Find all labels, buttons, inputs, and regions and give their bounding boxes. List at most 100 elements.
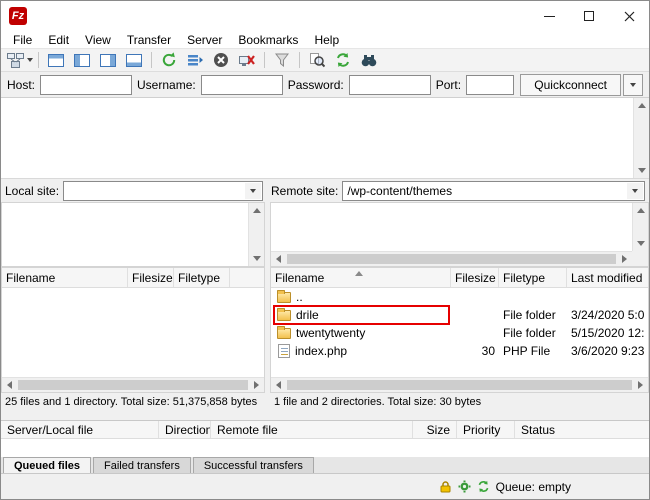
queue-column-priority[interactable]: Priority	[457, 421, 515, 438]
find-files-button[interactable]	[357, 49, 381, 71]
scrollbar-thumb[interactable]	[287, 380, 632, 390]
refresh-button[interactable]	[157, 49, 181, 71]
toolbar-separator	[299, 52, 300, 68]
queue-column-remote-file[interactable]: Remote file	[211, 421, 413, 438]
scroll-right-button[interactable]	[617, 252, 632, 266]
remote-directory-tree[interactable]	[270, 202, 649, 267]
file-row-parent-dir[interactable]: ..	[271, 288, 648, 306]
site-manager-button[interactable]	[7, 49, 33, 71]
scrollbar-corner	[632, 251, 648, 266]
host-input[interactable]	[40, 75, 132, 95]
local-column-filename[interactable]: Filename	[2, 268, 128, 287]
folder-icon	[277, 310, 291, 321]
scroll-right-button[interactable]	[633, 378, 648, 392]
disconnect-button[interactable]	[235, 49, 259, 71]
toggle-transfer-queue-button[interactable]	[122, 49, 146, 71]
remote-site-value: /wp-content/themes	[347, 184, 452, 198]
cancel-operation-button[interactable]	[209, 49, 233, 71]
close-button[interactable]	[609, 1, 649, 31]
remote-list-hscrollbar[interactable]	[271, 377, 648, 392]
find-files-icon	[361, 53, 377, 67]
remote-file-list[interactable]: .. drile File folder 3/24/2020 5:0 twent…	[271, 288, 648, 377]
maximize-button[interactable]	[569, 1, 609, 31]
process-queue-button[interactable]	[183, 49, 207, 71]
menu-bookmarks[interactable]: Bookmarks	[230, 31, 306, 48]
file-row-index-php[interactable]: index.php 30 PHP File 3/6/2020 9:23	[271, 342, 648, 360]
down-arrow-icon	[253, 256, 261, 261]
local-site-combo[interactable]	[63, 181, 263, 201]
close-icon	[624, 11, 635, 22]
toggle-remote-tree-button[interactable]	[96, 49, 120, 71]
file-type: File folder	[499, 326, 567, 340]
remote-tree-hscrollbar[interactable]	[271, 251, 632, 266]
remote-site-combo[interactable]: /wp-content/themes	[342, 181, 645, 201]
scrollbar-thumb[interactable]	[287, 254, 616, 264]
quickconnect-dropdown-button[interactable]	[623, 74, 643, 96]
menu-transfer[interactable]: Transfer	[119, 31, 179, 48]
scroll-up-button[interactable]	[634, 98, 649, 113]
sync-activity-icon[interactable]	[477, 480, 490, 493]
scroll-down-button[interactable]	[634, 163, 649, 178]
tab-queued-files[interactable]: Queued files	[3, 457, 91, 474]
file-name: ..	[296, 290, 303, 304]
file-list-area: Filename Filesize Filetype Filename File…	[1, 267, 649, 393]
local-list-hscrollbar[interactable]	[2, 377, 264, 392]
menu-view[interactable]: View	[77, 31, 119, 48]
queue-column-status[interactable]: Status	[515, 421, 649, 438]
scroll-left-button[interactable]	[2, 378, 17, 392]
directory-comparison-button[interactable]	[305, 49, 329, 71]
local-column-filetype[interactable]: Filetype	[174, 268, 230, 287]
remote-column-filesize[interactable]: Filesize	[451, 268, 499, 287]
scroll-left-button[interactable]	[271, 252, 286, 266]
file-row-twentytwenty[interactable]: twentytwenty File folder 5/15/2020 12:	[271, 324, 648, 342]
filter-button[interactable]	[270, 49, 294, 71]
port-input[interactable]	[466, 75, 514, 95]
queue-column-direction[interactable]: Direction	[159, 421, 211, 438]
remote-site-bar: Remote site: /wp-content/themes	[267, 181, 649, 201]
scrollbar-thumb[interactable]	[18, 380, 248, 390]
gear-icon[interactable]	[458, 480, 471, 493]
remote-list-header: Filename Filesize Filetype Last modified	[271, 268, 648, 288]
menu-server[interactable]: Server	[179, 31, 230, 48]
minimize-button[interactable]	[529, 1, 569, 31]
local-file-list[interactable]	[2, 288, 264, 377]
toggle-message-log-icon	[48, 54, 64, 67]
file-row-drile[interactable]: drile File folder 3/24/2020 5:0	[271, 306, 648, 324]
tab-successful-transfers[interactable]: Successful transfers	[193, 457, 314, 474]
local-site-dropdown-button[interactable]	[245, 183, 261, 199]
scroll-down-button[interactable]	[633, 236, 648, 251]
scroll-right-button[interactable]	[249, 378, 264, 392]
menu-file[interactable]: File	[5, 31, 40, 48]
local-directory-tree[interactable]	[1, 202, 265, 267]
queue-column-size[interactable]: Size	[413, 421, 457, 438]
transfer-queue-list[interactable]	[1, 439, 649, 457]
toggle-message-log-button[interactable]	[44, 49, 68, 71]
toggle-transfer-queue-icon	[126, 54, 142, 67]
scroll-up-button[interactable]	[633, 203, 648, 218]
menu-help[interactable]: Help	[306, 31, 347, 48]
remote-tree-vscrollbar[interactable]	[632, 203, 648, 251]
remote-column-last-modified[interactable]: Last modified	[567, 268, 648, 287]
synchronized-browsing-button[interactable]	[331, 49, 355, 71]
status-bar-right: Queue: empty	[439, 480, 571, 494]
toolbar-separator	[264, 52, 265, 68]
remote-site-dropdown-button[interactable]	[627, 183, 643, 199]
local-column-filesize[interactable]: Filesize	[128, 268, 174, 287]
message-log-scrollbar[interactable]	[633, 98, 649, 178]
toggle-local-tree-button[interactable]	[70, 49, 94, 71]
password-input[interactable]	[349, 75, 431, 95]
tab-failed-transfers[interactable]: Failed transfers	[93, 457, 191, 474]
menu-edit[interactable]: Edit	[40, 31, 77, 48]
remote-column-filetype[interactable]: Filetype	[499, 268, 567, 287]
local-tree-scrollbar[interactable]	[248, 203, 264, 266]
php-file-icon	[278, 344, 290, 358]
scroll-up-button[interactable]	[249, 203, 264, 218]
up-arrow-icon	[637, 208, 645, 213]
quickconnect-button[interactable]: Quickconnect	[520, 74, 621, 96]
scroll-down-button[interactable]	[249, 251, 264, 266]
queue-column-server-local-file[interactable]: Server/Local file	[1, 421, 159, 438]
username-input[interactable]	[201, 75, 283, 95]
lock-icon[interactable]	[439, 480, 452, 493]
scroll-left-button[interactable]	[271, 378, 286, 392]
quickconnect-group: Quickconnect	[520, 74, 643, 96]
